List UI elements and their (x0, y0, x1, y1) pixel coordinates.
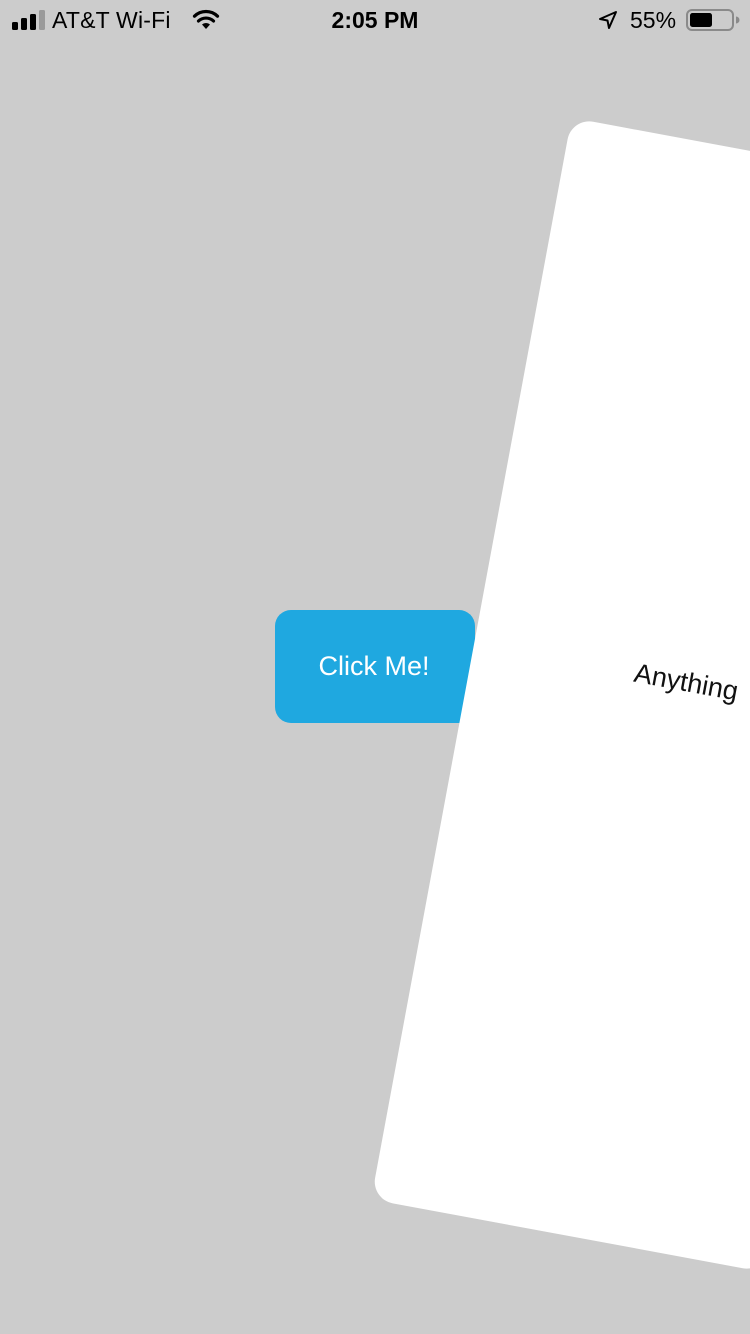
status-bar: AT&T Wi-Fi 2:05 PM 55% (0, 0, 750, 40)
card-text: Anything (631, 657, 741, 707)
signal-bars-icon (12, 10, 45, 30)
battery-percent: 55% (630, 7, 677, 33)
app-screen: AT&T Wi-Fi 2:05 PM 55% Click Me! Anythin… (0, 0, 750, 1334)
battery-icon (686, 9, 740, 31)
click-me-button[interactable]: Click Me! (275, 610, 475, 723)
carrier-label: AT&T Wi-Fi (52, 7, 171, 33)
location-arrow-icon (599, 11, 617, 29)
wifi-icon (192, 9, 220, 29)
